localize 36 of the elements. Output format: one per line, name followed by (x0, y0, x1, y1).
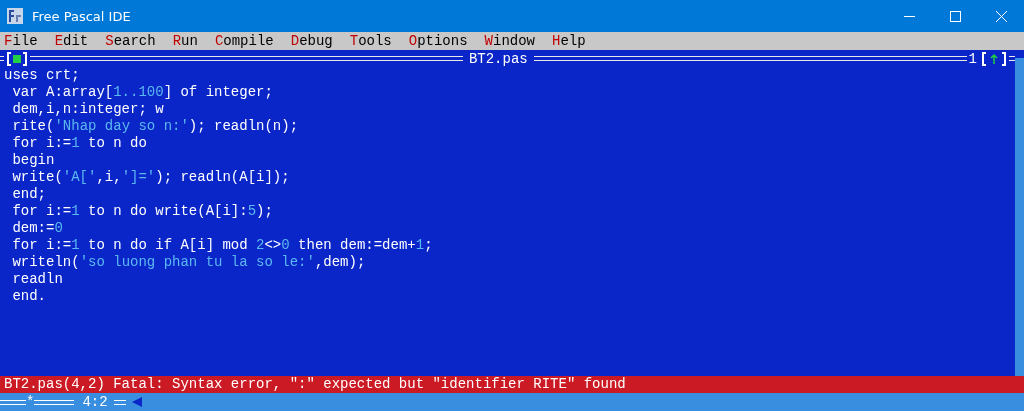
window-title: Free Pascal IDE (32, 8, 132, 24)
menu-item[interactable]: Run (172, 32, 198, 50)
code-line: begin (11, 152, 55, 169)
code-line: var A:array[1..100] of integer; (11, 84, 273, 101)
error-message: BT2.pas(4,2) Fatal: Syntax error, ":" expected but "identifier RITE" found (0, 376, 1024, 393)
code-line: write('A[',i,']='); readln(A[i]); (11, 169, 290, 186)
menu-item[interactable]: Help (552, 32, 586, 50)
menu-item[interactable]: Debug (290, 32, 333, 50)
menu-item[interactable]: Compile (214, 32, 274, 50)
maximize-icon (949, 10, 961, 22)
editor-title: BT2.pas (467, 50, 529, 67)
code-line: writeln('so luong phan tu la so le:',dem); (11, 254, 366, 271)
code-line: for i:=1 to n do write(A[i]:5); (11, 203, 273, 220)
scroll-left-icon[interactable] (131, 397, 142, 407)
code-line: end; (11, 186, 46, 203)
modified-indicator: * (26, 394, 35, 410)
code-line: dem:=0 (11, 220, 63, 237)
menu-item[interactable]: File (4, 32, 38, 50)
menu-item[interactable]: Tools (349, 32, 392, 50)
code-line: uses crt; (4, 67, 80, 84)
app-icon (6, 7, 24, 25)
menu-item[interactable]: Window (484, 32, 535, 50)
close-icon (995, 10, 1007, 22)
cursor-position: 4:2 (82, 394, 108, 410)
code-line: end. (11, 288, 46, 305)
code-line: dem,i,n:integer; w (11, 101, 164, 118)
code-line: readln (11, 271, 63, 288)
code-line: for i:=1 to n do if A[i] mod 2<>0 then dem:=dem+1; (11, 237, 433, 254)
zoom-box-icon[interactable] (981, 51, 1007, 66)
menu-item[interactable]: Options (408, 32, 468, 50)
code-line: for i:=1 to n do (11, 135, 147, 152)
window-number: 1 (967, 50, 978, 67)
menu-item[interactable]: Edit (54, 32, 89, 50)
close-box-icon[interactable] (6, 51, 28, 66)
code-line: rite('Nhap day so n:'); readln(n); (11, 118, 299, 135)
menu-item[interactable]: Search (105, 32, 156, 50)
